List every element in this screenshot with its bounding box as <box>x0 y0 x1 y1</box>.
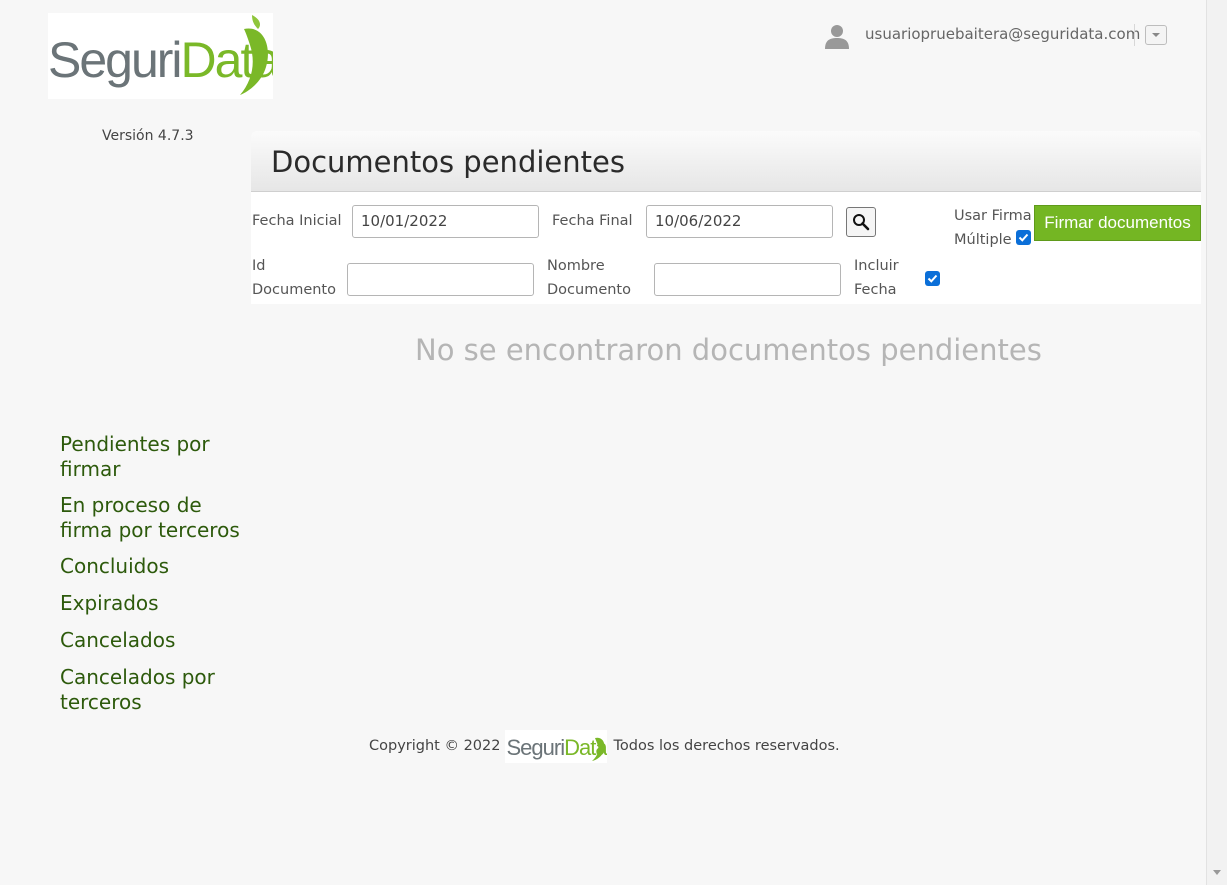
sidebar-item-expirados[interactable]: Expirados <box>60 591 250 616</box>
sidebar-item-cancelados-terceros[interactable]: Cancelados por terceros <box>60 665 250 714</box>
vertical-scrollbar[interactable] <box>1206 0 1227 885</box>
incluir-fecha-label-1: Incluir <box>854 258 899 274</box>
sidebar-item-en-proceso[interactable]: En proceso de firma por terceros <box>60 493 250 542</box>
header-divider <box>1134 24 1135 46</box>
usar-firma-label-1: Usar Firma <box>954 208 1032 224</box>
copyright-text: Copyright © 2022 <box>369 738 501 754</box>
scroll-down-icon[interactable] <box>1213 870 1221 875</box>
page-title: Documentos pendientes <box>271 145 625 179</box>
fecha-inicial-label: Fecha Inicial <box>252 213 342 229</box>
leaf-icon <box>592 737 606 761</box>
nombre-documento-input[interactable] <box>654 263 841 296</box>
version-label: Versión 4.7.3 <box>102 128 194 144</box>
fecha-final-label: Fecha Final <box>552 213 633 229</box>
footer-logo: SeguriData <box>505 729 608 763</box>
panel-header: Documentos pendientes <box>251 131 1201 192</box>
check-icon <box>1018 233 1029 242</box>
rights-text: Todos los derechos reservados. <box>613 738 840 754</box>
fecha-inicial-input[interactable]: 10/01/2022 <box>352 205 539 238</box>
sidebar-item-concluidos[interactable]: Concluidos <box>60 554 250 579</box>
user-email: usuariopruebaitera@seguridata.com <box>865 25 1141 43</box>
usar-firma-multiple-checkbox[interactable] <box>1016 230 1031 245</box>
leaf-icon <box>240 15 268 95</box>
footer: Copyright © 2022 SeguriData Todos los de… <box>369 729 840 763</box>
id-documento-label-1: Id <box>252 258 266 274</box>
nombre-documento-label-2: Documento <box>547 282 631 298</box>
usar-firma-label-2: Múltiple <box>954 232 1012 248</box>
id-documento-input[interactable] <box>347 263 534 296</box>
sidebar-item-pendientes[interactable]: Pendientes por firmar <box>60 432 250 481</box>
id-documento-label-2: Documento <box>252 282 336 298</box>
seguridata-logo[interactable]: SeguriData <box>48 13 273 99</box>
user-menu-dropdown[interactable] <box>1145 25 1167 45</box>
fecha-final-input[interactable]: 10/06/2022 <box>646 205 833 238</box>
sidebar-item-cancelados[interactable]: Cancelados <box>60 628 250 653</box>
user-icon <box>825 25 849 49</box>
incluir-fecha-label-2: Fecha <box>854 282 897 298</box>
search-icon <box>853 214 870 231</box>
empty-state-message: No se encontraron documentos pendientes <box>415 333 1042 367</box>
check-icon <box>927 274 938 283</box>
incluir-fecha-checkbox[interactable] <box>925 271 940 286</box>
nombre-documento-label-1: Nombre <box>547 258 605 274</box>
caret-down-icon <box>1152 33 1160 37</box>
firmar-documentos-button[interactable]: Firmar documentos <box>1034 205 1201 241</box>
search-button[interactable] <box>846 207 876 237</box>
